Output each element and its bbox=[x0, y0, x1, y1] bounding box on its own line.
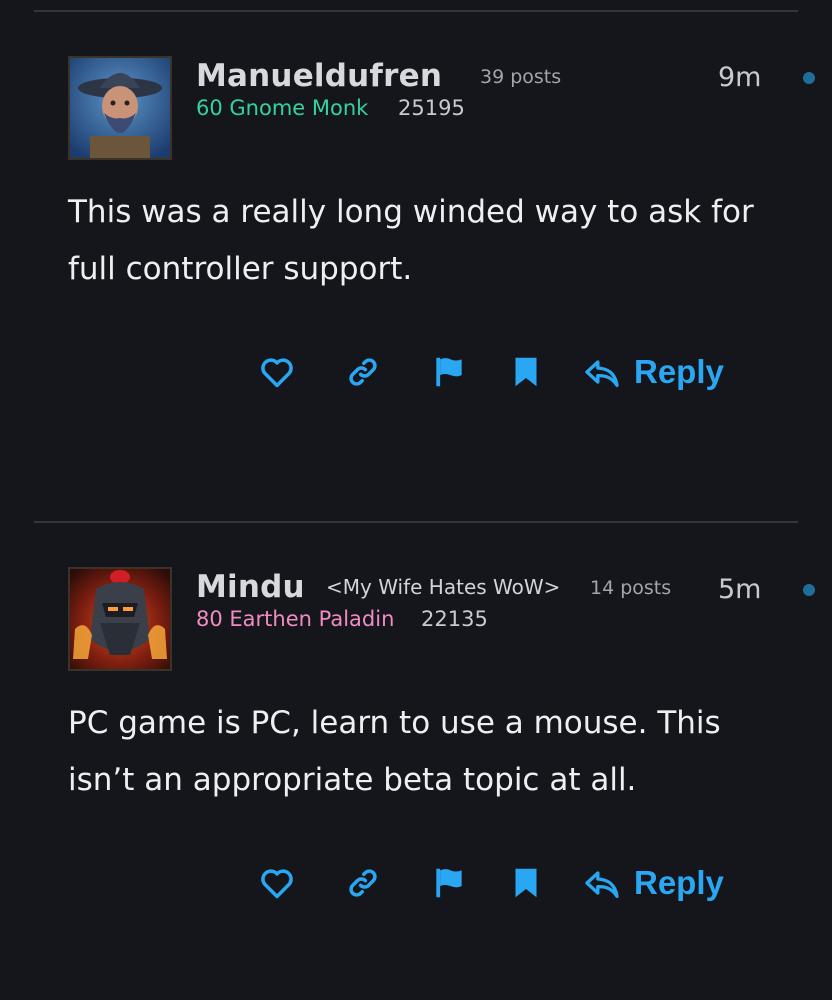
post-body: This was a really long winded way to ask… bbox=[68, 194, 754, 287]
share-link-button[interactable] bbox=[344, 863, 382, 903]
class-line: 60 Gnome Monk bbox=[196, 96, 369, 120]
flag-button[interactable] bbox=[430, 352, 468, 392]
reply-button[interactable]: Reply bbox=[582, 863, 724, 903]
reply-label: Reply bbox=[634, 864, 724, 901]
post-divider bbox=[34, 521, 798, 523]
achievement-score: 22135 bbox=[421, 607, 488, 631]
post-time[interactable]: 9m bbox=[718, 62, 761, 93]
post-count: 14 posts bbox=[590, 577, 672, 599]
user-avatar[interactable] bbox=[68, 567, 172, 671]
flag-button[interactable] bbox=[430, 863, 468, 903]
earthen-paladin-avatar bbox=[70, 569, 170, 669]
reply-arrow-icon bbox=[585, 871, 619, 898]
author-name[interactable]: Mindu bbox=[196, 569, 305, 605]
like-button[interactable] bbox=[258, 352, 296, 392]
heart-icon bbox=[261, 358, 293, 388]
unread-dot bbox=[803, 584, 815, 596]
flag-icon bbox=[436, 868, 462, 898]
flag-icon bbox=[436, 357, 462, 387]
author-name[interactable]: Manueldufren bbox=[196, 58, 442, 94]
post-actions: Reply bbox=[0, 352, 832, 402]
link-icon bbox=[349, 869, 377, 897]
class-line: 80 Earthen Paladin bbox=[196, 607, 395, 631]
achievement-score: 25195 bbox=[398, 96, 465, 120]
guild-tag: <My Wife Hates WoW> bbox=[326, 575, 561, 599]
heart-icon bbox=[261, 869, 293, 899]
top-divider bbox=[34, 10, 798, 12]
bookmark-button[interactable] bbox=[508, 863, 544, 903]
post-body: PC game is PC, learn to use a mouse. Thi… bbox=[68, 705, 721, 798]
reply-arrow-icon bbox=[585, 360, 619, 387]
share-link-button[interactable] bbox=[344, 352, 382, 392]
reply-button[interactable]: Reply bbox=[582, 352, 724, 392]
bookmark-icon bbox=[515, 357, 537, 387]
post-count: 39 posts bbox=[480, 66, 562, 88]
post-time[interactable]: 5m bbox=[718, 574, 761, 605]
post-actions: Reply bbox=[0, 863, 832, 913]
bookmark-button[interactable] bbox=[508, 352, 544, 392]
like-button[interactable] bbox=[258, 863, 296, 903]
reply-label: Reply bbox=[634, 353, 724, 390]
link-icon bbox=[349, 358, 377, 386]
bookmark-icon bbox=[515, 868, 537, 898]
gnome-monk-avatar bbox=[70, 58, 170, 158]
unread-dot bbox=[803, 72, 815, 84]
user-avatar[interactable] bbox=[68, 56, 172, 160]
